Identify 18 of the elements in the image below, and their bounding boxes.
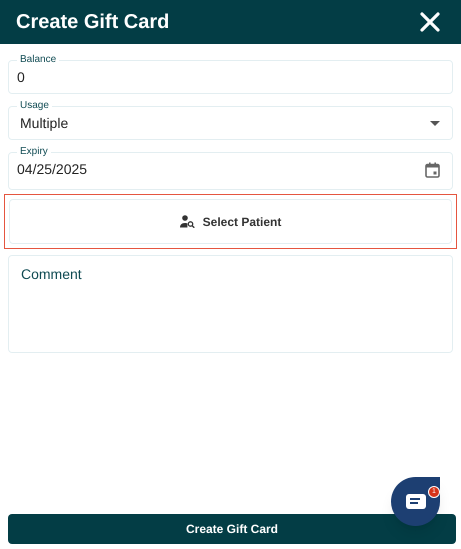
field-value: 04/25/2025 bbox=[17, 160, 88, 179]
create-gift-card-button[interactable]: Create Gift Card bbox=[8, 514, 456, 544]
person-search-icon bbox=[180, 215, 195, 228]
calendar-icon bbox=[425, 162, 440, 178]
usage-dropdown[interactable]: Usage Multiple bbox=[8, 99, 453, 140]
field-label: Expiry bbox=[19, 145, 49, 159]
field-label: Usage bbox=[19, 99, 50, 113]
date-field[interactable]: Expiry 04/25/2025 bbox=[8, 145, 453, 190]
window-title: Create Gift Card bbox=[16, 10, 170, 35]
field-value: 0 bbox=[17, 68, 26, 87]
field-value: Multiple bbox=[19, 114, 70, 133]
field-label: Balance bbox=[19, 53, 58, 67]
dropdown-caret-icon bbox=[430, 121, 440, 126]
comment-field[interactable]: Comment bbox=[8, 255, 453, 353]
input-field[interactable]: Balance 0 bbox=[8, 53, 453, 94]
close-button[interactable] bbox=[419, 11, 441, 33]
chat-icon bbox=[404, 492, 426, 510]
select-patient-button[interactable]: Select Patient bbox=[9, 199, 452, 244]
